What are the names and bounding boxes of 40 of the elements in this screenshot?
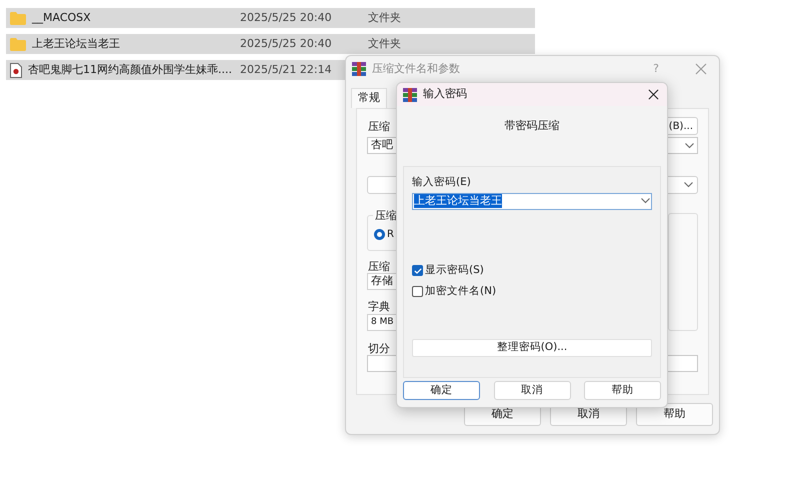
- tab[interactable]: 常规: [351, 88, 387, 108]
- field-label: 字典: [368, 299, 390, 315]
- file-name: 杏吧鬼脚七11网约高颜值外围学生妹乖....: [28, 62, 232, 78]
- field-label: 切分: [368, 341, 390, 357]
- file-row[interactable]: 上老王论坛当老王 2025/5/25 20:40 文件夹: [6, 34, 535, 54]
- media-file-icon: [10, 62, 22, 78]
- organize-passwords-button[interactable]: 整理密码(O)...: [412, 339, 652, 357]
- folder-icon: [10, 12, 26, 24]
- chevron-icon: [641, 198, 650, 204]
- dialog-button[interactable]: 取消: [494, 381, 570, 400]
- file-date: 2025/5/25 20:40: [240, 10, 332, 24]
- file-name: 上老王论坛当老王: [32, 36, 120, 52]
- chevron-icon: [685, 142, 694, 148]
- field-label: 输入密码(E): [412, 175, 471, 190]
- dialog-button[interactable]: 帮助: [584, 381, 661, 400]
- radio-button[interactable]: [374, 229, 385, 240]
- field-label: 压缩: [368, 119, 390, 135]
- radio-label: R: [387, 228, 394, 242]
- archive-icon: [352, 62, 366, 76]
- checkbox-label: 加密文件名(N): [425, 284, 496, 298]
- archive-icon: [403, 88, 417, 102]
- dialog-button[interactable]: 帮助: [636, 403, 713, 426]
- checkbox-label: 显示密码(S): [425, 262, 484, 278]
- password-field[interactable]: 上老王论坛当老王: [412, 192, 652, 210]
- file-date: 2025/5/25 20:40: [240, 36, 332, 50]
- close-icon[interactable]: [648, 89, 659, 100]
- window-title: 输入密码: [423, 86, 467, 102]
- checkbox[interactable]: [412, 265, 423, 276]
- field-label: 压缩: [368, 259, 390, 275]
- folder-icon: [10, 38, 26, 50]
- dialog-button[interactable]: 确定: [403, 381, 480, 400]
- file-row[interactable]: __MACOSX 2025/5/25 20:40 文件夹: [6, 8, 535, 28]
- file-type: 文件夹: [368, 36, 401, 52]
- file-name: __MACOSX: [32, 10, 91, 26]
- file-type: 文件夹: [368, 10, 401, 26]
- chevron-icon: [684, 182, 693, 188]
- checkbox[interactable]: [412, 286, 423, 297]
- window-title: 压缩文件名和参数: [372, 60, 460, 77]
- file-date: 2025/5/21 22:14: [240, 62, 332, 76]
- dialog-heading: 带密码压缩: [504, 118, 560, 134]
